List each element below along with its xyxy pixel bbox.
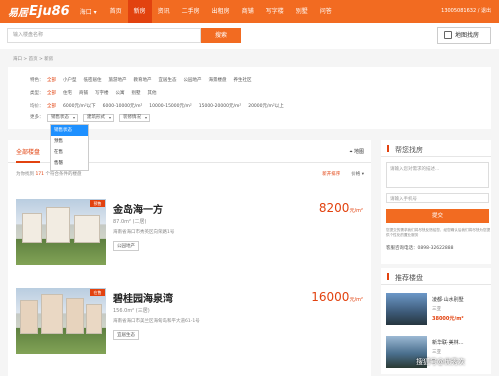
submit-button[interactable]: 提交 <box>386 209 489 223</box>
property-price: 8200元/m² <box>318 201 363 215</box>
property-photo[interactable] <box>16 199 106 265</box>
filter-option[interactable]: 全部 <box>47 103 56 109</box>
filter-option[interactable]: 其他 <box>148 90 157 96</box>
recommend-price: 38000元/m² <box>432 316 464 322</box>
watermark: 搜狐号@优秀次 <box>416 358 465 366</box>
nav-item-new-homes[interactable]: 新房 <box>127 0 152 23</box>
account-links[interactable]: 13005081632 / 退出 <box>441 7 491 14</box>
listing-card[interactable]: 在售 碧桂园海泉湾 156.0m² (三居) 海南省海口市美兰区海甸岛和平大道6… <box>16 288 367 358</box>
menu-option[interactable]: 预售 <box>51 136 88 147</box>
tab-all-projects[interactable]: 全部楼盘 <box>16 147 41 163</box>
nav-item-home[interactable]: 首页 <box>104 0 128 23</box>
filter-option[interactable]: 6000-10000元/m² <box>103 103 143 109</box>
sale-status-menu: 销售状态 预售 在售 售罄 <box>50 124 89 171</box>
menu-option[interactable]: 在售 <box>51 147 88 158</box>
nav-item-second-hand[interactable]: 二手房 <box>176 0 206 23</box>
status-badge: 预售 <box>90 200 105 207</box>
filter-row-more: 更多： 销售状态 建筑形式 装修情况 <box>30 114 155 122</box>
breadcrumb[interactable]: 海口 > 首页 > 新房 <box>13 56 53 62</box>
recommend-title[interactable]: 凌都·山水别墅 <box>432 296 464 303</box>
filter-option[interactable]: 低密居住 <box>84 77 102 83</box>
filter-row-price: 均价： 全部 6000元/m²以下 6000-10000元/m² 10000-1… <box>30 103 284 109</box>
filter-row-type: 类型： 全部 住宅 商铺 写字楼 公寓 别墅 其他 <box>30 90 157 96</box>
map-icon <box>444 31 452 39</box>
property-address: 海南省海口市美兰区海甸岛和平大道61-1号 <box>113 319 200 324</box>
filter-option[interactable]: 住宅 <box>63 90 72 96</box>
filter-option[interactable]: 教育地产 <box>134 77 152 83</box>
filter-option[interactable]: 海景楼盘 <box>209 77 227 83</box>
recommend-photo[interactable] <box>386 293 427 325</box>
sort-price[interactable]: 价格 ▾ <box>351 171 364 177</box>
panel-heading: 帮您找房 <box>381 140 491 157</box>
sale-status-dropdown[interactable]: 销售状态 <box>47 114 78 122</box>
property-type: 87.0m² (二居) <box>113 219 147 225</box>
decoration-dropdown[interactable]: 装修情况 <box>119 114 150 122</box>
sort-newest[interactable]: 新开排序 <box>322 171 340 177</box>
listing-card[interactable]: 预售 金岛海一方 87.0m² (二居) 海南省海口市秀英区向荣路1号 公园地产… <box>16 199 367 269</box>
building-type-dropdown[interactable]: 建筑形式 <box>83 114 114 122</box>
filter-option[interactable]: 写字楼 <box>95 90 109 96</box>
nav-item-shops[interactable]: 商铺 <box>236 0 260 23</box>
recommend-title[interactable]: 新华联·美林… <box>432 339 464 346</box>
property-title[interactable]: 碧桂园海泉湾 <box>113 290 173 305</box>
filter-option[interactable]: 公寓 <box>116 90 125 96</box>
nav-item-rental[interactable]: 出租房 <box>206 0 236 23</box>
sort-options: 新开排序 价格 ▾ <box>311 171 364 177</box>
property-price: 16000元/m² <box>311 290 363 304</box>
property-tag: 宜居生态 <box>113 330 139 340</box>
listing-panel: 全部楼盘 ⌖ 地图 为你找到 171 个符合条件的楼盘 新开排序 价格 ▾ 预售… <box>8 140 371 376</box>
nav-item-news[interactable]: 资讯 <box>152 0 176 23</box>
filter-option[interactable]: 商铺 <box>79 90 88 96</box>
property-photo[interactable] <box>16 288 106 354</box>
filter-option[interactable]: 全部 <box>47 90 56 96</box>
filter-panel: 特色： 全部 小户型 低密居住 旅游地产 教育地产 宜居生态 公园地产 海景楼盘… <box>8 67 491 129</box>
main-nav: 首页 新房 资讯 二手房 出租房 商铺 写字楼 别墅 问答 <box>104 0 338 23</box>
help-find-panel: 帮您找房 请输入您对需求的描述... 请输入手机号 提交 您提交的需求我们将尽快… <box>381 140 491 264</box>
filter-option[interactable]: 公园地产 <box>184 77 202 83</box>
filter-option[interactable]: 别墅 <box>132 90 141 96</box>
map-find-button[interactable]: 地图找房 <box>437 27 491 44</box>
result-count: 为你找到 171 个符合条件的楼盘 <box>16 172 82 177</box>
top-navbar: 易居 Eju86 海口 ▾ 首页 新房 资讯 二手房 出租房 商铺 写字楼 别墅 … <box>0 0 499 23</box>
recommend-location: 三亚 <box>432 350 441 355</box>
filter-option[interactable]: 6000元/m²以下 <box>63 103 96 109</box>
status-badge: 在售 <box>90 289 105 296</box>
menu-option[interactable]: 售罄 <box>51 158 88 169</box>
hotline: 客服咨询电话：0898-32622888 <box>386 246 454 251</box>
search-input[interactable]: 输入楼盘名称 <box>7 28 201 43</box>
panel-heading: 推荐楼盘 <box>381 268 491 285</box>
phone-input[interactable]: 请输入手机号 <box>386 193 489 203</box>
site-logo[interactable]: 易居 Eju86 <box>8 4 70 19</box>
filter-option[interactable]: 宜居生态 <box>159 77 177 83</box>
city-selector[interactable]: 海口 ▾ <box>80 7 97 16</box>
property-title[interactable]: 金岛海一方 <box>113 201 163 216</box>
requirement-textarea[interactable]: 请输入您对需求的描述... <box>386 162 489 188</box>
filter-option[interactable]: 小户型 <box>63 77 77 83</box>
filter-option[interactable]: 15000-20000元/m² <box>199 103 241 109</box>
menu-option[interactable]: 销售状态 <box>51 125 88 136</box>
filter-row-feature: 特色： 全部 小户型 低密居住 旅游地产 教育地产 宜居生态 公园地产 海景楼盘… <box>30 77 252 83</box>
property-tag: 公园地产 <box>113 241 139 251</box>
map-view-link[interactable]: ⌖ 地图 <box>350 148 364 155</box>
help-note: 您提交的需求我们将尽快反馈给您，经您确认后我们将尽快为您提供个性化的置业服务 <box>386 228 491 237</box>
filter-option[interactable]: 养生社区 <box>234 77 252 83</box>
nav-item-office[interactable]: 写字楼 <box>260 0 290 23</box>
nav-item-villa[interactable]: 别墅 <box>290 0 314 23</box>
recommend-location: 三亚 <box>432 307 441 312</box>
property-type: 156.0m² (三居) <box>113 308 150 314</box>
filter-option[interactable]: 全部 <box>47 77 56 83</box>
search-bar: 输入楼盘名称 搜索 地图找房 <box>0 23 499 49</box>
nav-item-qa[interactable]: 问答 <box>314 0 338 23</box>
search-button[interactable]: 搜索 <box>201 28 241 43</box>
filter-option[interactable]: 旅游地产 <box>109 77 127 83</box>
filter-option[interactable]: 20000元/m²以上 <box>248 103 284 109</box>
property-address: 海南省海口市秀英区向荣路1号 <box>113 230 175 235</box>
filter-option[interactable]: 10000-15000元/m² <box>149 103 191 109</box>
